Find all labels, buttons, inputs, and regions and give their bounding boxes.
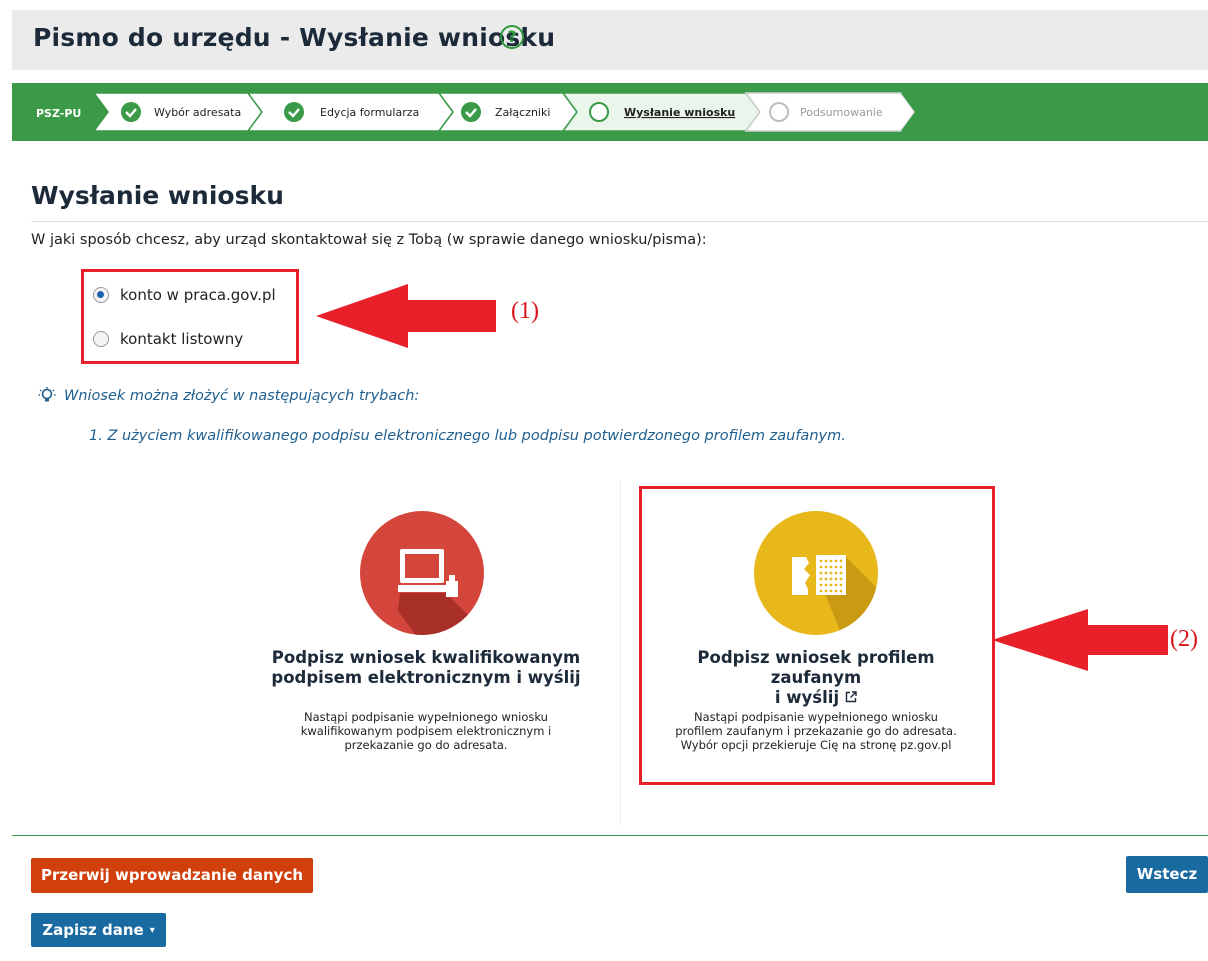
abort-button[interactable]: Przerwij wprowadzanie danych xyxy=(31,858,313,893)
wizard-step-summary: Podsumowanie xyxy=(744,92,916,132)
wizard-step-code: PSZ-PU xyxy=(12,92,109,132)
annotation-box-1 xyxy=(81,269,299,364)
annotation-arrow-2 xyxy=(992,609,1168,671)
card-description: Nastąpi podpisanie wypełnionego wniosku … xyxy=(675,710,957,752)
wizard-steps: PSZ-PU Wybór adresata Edycja formularza … xyxy=(12,83,1208,141)
radio-option-mail[interactable]: kontakt listowny xyxy=(93,330,243,348)
wizard-step-label: Wysłanie wniosku xyxy=(624,106,735,119)
page-header: Pismo do urzędu - Wysłanie wniosku ? xyxy=(12,10,1208,70)
annotation-label-2: (2) xyxy=(1170,626,1198,652)
page-title: Pismo do urzędu - Wysłanie wniosku xyxy=(33,23,556,52)
help-icon[interactable]: ? xyxy=(500,25,524,49)
info-heading-text: Wniosek można złożyć w następujących try… xyxy=(64,388,420,404)
annotation-arrow-1 xyxy=(316,284,496,348)
card-title-line: i wyślij xyxy=(774,688,840,707)
caret-down-icon: ▾ xyxy=(149,925,155,936)
sign-qualified-card[interactable]: Podpisz wniosek kwalifikowanym podpisem … xyxy=(256,500,596,780)
save-button-label: Zapisz dane xyxy=(42,921,144,939)
wizard-step-label: Edycja formularza xyxy=(320,106,419,119)
annotation-label-1: (1) xyxy=(511,298,539,324)
external-link-icon xyxy=(845,691,857,703)
check-circle-icon xyxy=(121,102,141,122)
info-list-item: 1. Z użyciem kwalifikowanego podpisu ele… xyxy=(89,428,846,444)
sign-trusted-profile-card[interactable]: Podpisz wniosek profilem zaufanym i wyśl… xyxy=(647,500,987,780)
radio-button[interactable] xyxy=(93,287,109,303)
wizard-step-label: Wybór adresata xyxy=(154,106,241,119)
card-description: Nastąpi podpisanie wypełnionego wniosku … xyxy=(300,710,552,752)
wizard-code: PSZ-PU xyxy=(36,107,81,120)
divider xyxy=(12,835,1208,836)
card-title-line-with-icon: i wyślij xyxy=(651,688,981,708)
wizard-step-send[interactable]: Wysłanie wniosku xyxy=(561,92,761,132)
card-title: Podpisz wniosek profilem zaufanym i wyśl… xyxy=(651,648,981,708)
card-title-line: podpisem elektronicznym i wyślij xyxy=(271,668,581,687)
radio-label: konto w praca.gov.pl xyxy=(120,286,276,304)
page: Pismo do urzędu - Wysłanie wniosku ? PSZ… xyxy=(0,0,1208,961)
pending-step-circle-icon xyxy=(769,102,789,122)
section-title: Wysłanie wniosku xyxy=(31,181,284,210)
check-circle-icon xyxy=(461,102,481,122)
trusted-profile-icon xyxy=(754,511,878,635)
wizard-step-label: Załączniki xyxy=(495,106,550,119)
wizard-step-recipient[interactable]: Wybór adresata xyxy=(92,92,263,132)
radio-option-account[interactable]: konto w praca.gov.pl xyxy=(93,286,276,304)
lightbulb-icon xyxy=(38,387,56,402)
contact-question: W jaki sposób chcesz, aby urząd skontakt… xyxy=(31,232,707,248)
divider xyxy=(31,221,1208,222)
radio-label: kontakt listowny xyxy=(120,330,244,348)
info-heading: Wniosek można złożyć w następujących try… xyxy=(38,387,419,405)
computer-signature-icon xyxy=(360,511,484,635)
card-title-line: Podpisz wniosek kwalifikowanym xyxy=(271,648,581,667)
radio-button[interactable] xyxy=(93,331,109,347)
wizard-step-label: Podsumowanie xyxy=(800,106,883,119)
back-button[interactable]: Wstecz xyxy=(1126,856,1208,893)
check-circle-icon xyxy=(284,102,304,122)
save-data-dropdown-button[interactable]: Zapisz dane ▾ xyxy=(31,913,166,947)
card-title-line: Podpisz wniosek profilem zaufanym xyxy=(697,648,935,687)
cards-divider xyxy=(620,480,621,825)
card-title: Podpisz wniosek kwalifikowanym podpisem … xyxy=(261,648,591,688)
wizard-step-attachments[interactable]: Załączniki xyxy=(437,92,578,132)
current-step-circle-icon xyxy=(589,102,609,122)
wizard-step-form[interactable]: Edycja formularza xyxy=(246,92,454,132)
